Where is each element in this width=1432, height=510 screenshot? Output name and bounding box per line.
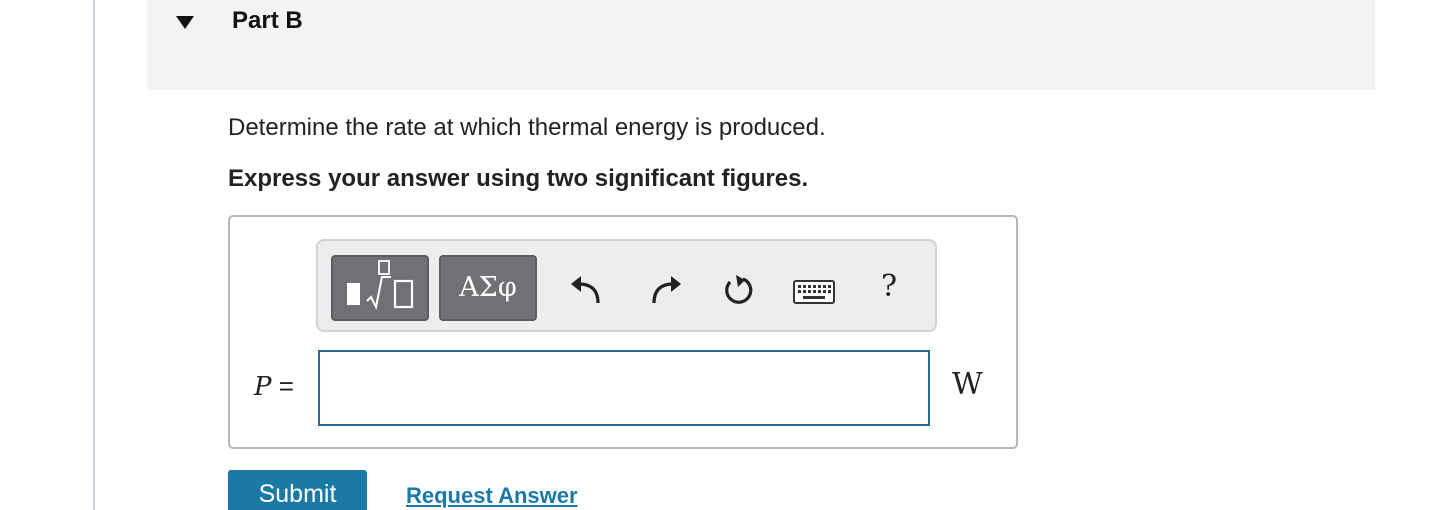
submit-button[interactable]: Submit [228, 470, 367, 510]
answer-instruction: Express your answer using two significan… [228, 165, 809, 192]
greek-symbols-button[interactable]: ΑΣφ [439, 255, 537, 321]
reset-circular-arrow-icon[interactable] [721, 273, 755, 312]
part-header [147, 0, 1375, 90]
undo-arrow-icon[interactable] [568, 275, 602, 310]
redo-arrow-icon[interactable] [650, 275, 684, 310]
question-prompt: Determine the rate at which thermal ener… [228, 114, 826, 141]
help-button[interactable]: ? [881, 269, 897, 304]
unit-label: W [952, 367, 983, 402]
answer-input[interactable] [318, 350, 930, 426]
answer-variable-label: P = [254, 371, 294, 402]
collapse-triangle-icon[interactable] [176, 16, 194, 29]
answer-panel: ΑΣφ ? P = W [228, 215, 1018, 449]
templates-button[interactable] [331, 255, 429, 321]
request-answer-link[interactable]: Request Answer [406, 483, 578, 509]
part-title: Part B [232, 7, 303, 34]
left-border-line [93, 0, 95, 510]
variable-symbol: P [254, 372, 272, 402]
math-toolbar: ΑΣφ ? [316, 239, 937, 332]
equals-sign: = [278, 371, 294, 401]
keyboard-icon[interactable] [793, 280, 835, 309]
